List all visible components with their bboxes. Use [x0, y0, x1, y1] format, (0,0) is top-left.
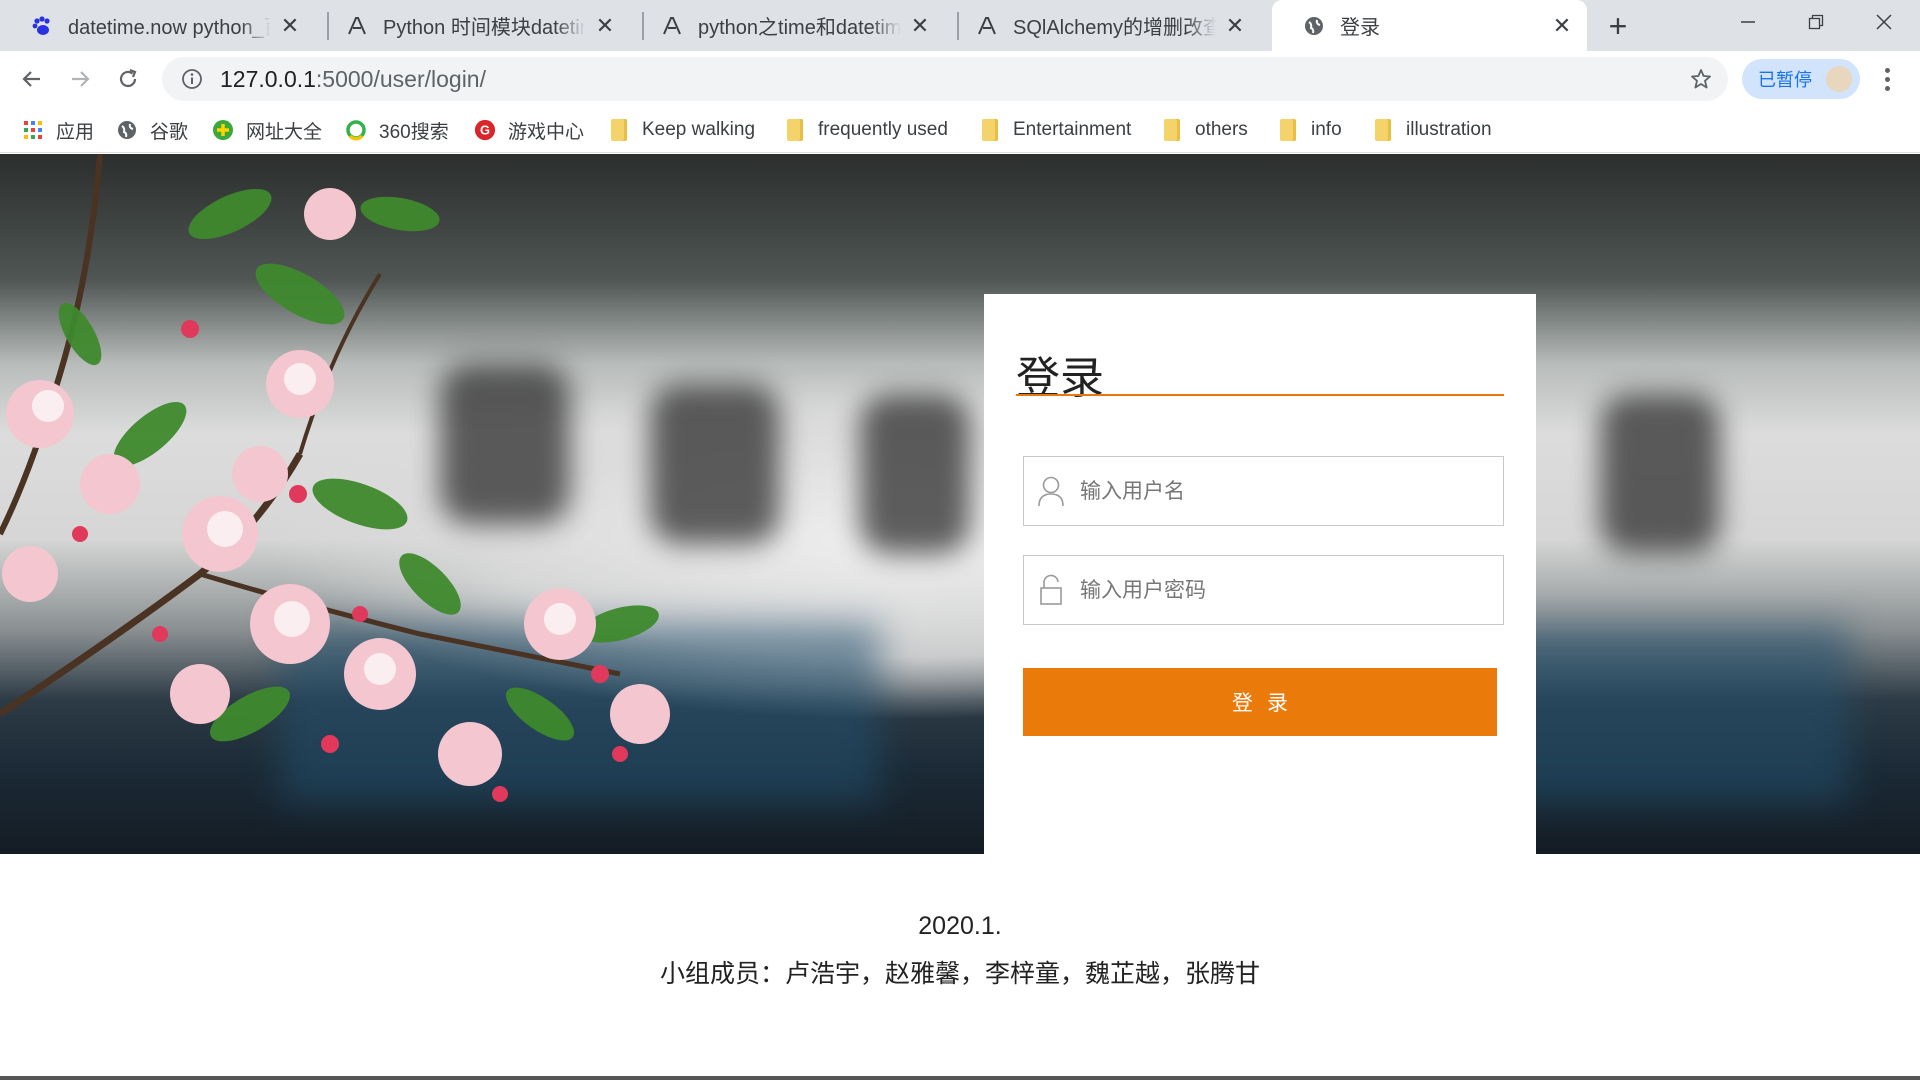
footer-date: 2020.1.: [918, 912, 1002, 940]
profile-status: 已暂停: [1758, 70, 1812, 90]
close-window-icon[interactable]: [1850, 0, 1918, 44]
url-path: :5000/user/login/: [315, 65, 486, 92]
csdn-logo-icon: [660, 14, 684, 38]
bookmark-360[interactable]: 360搜索: [345, 115, 449, 145]
menu-dots-icon[interactable]: [1872, 61, 1902, 97]
tab-close-icon[interactable]: ✕: [1224, 13, 1246, 38]
folder-icon: [1277, 119, 1299, 141]
login-form: 登录 登录: [984, 294, 1536, 854]
folder-icon: [784, 119, 806, 141]
globe-icon: [1302, 14, 1326, 38]
back-button[interactable]: [14, 61, 50, 97]
profile-paused-button[interactable]: 已暂停: [1742, 59, 1860, 99]
minimize-icon[interactable]: [1714, 0, 1782, 44]
tab-python-time[interactable]: python之time和datetime ✕: [630, 0, 945, 51]
bookmark-label: frequently used: [818, 119, 948, 140]
folder-icon: [608, 119, 630, 141]
bookmark-label: 谷歌: [150, 121, 189, 143]
bookmark-star-icon[interactable]: [1688, 66, 1714, 92]
hao-plus-icon: [212, 119, 234, 141]
hero-background: [0, 154, 1920, 854]
bookmark-games[interactable]: G 游戏中心: [474, 115, 584, 145]
tab-title: 登录: [1340, 17, 1380, 39]
tab-title: SQlAlchemy的增删改查 -: [1013, 17, 1216, 39]
login-title: 登录: [1016, 353, 1104, 404]
game-logo-icon: G: [474, 119, 496, 141]
bookmark-label: 360搜索: [379, 121, 449, 143]
new-tab-button[interactable]: +: [1600, 8, 1636, 44]
page-footer: 2020.1. 小组成员：卢浩宇，赵雅馨，李梓童，魏芷越，张腾甘: [0, 854, 1920, 1080]
tab-sqlalchemy[interactable]: SQlAlchemy的增删改查 - ✕: [945, 0, 1260, 51]
bookmark-label: 游戏中心: [508, 121, 585, 143]
footer-members: 小组成员：卢浩宇，赵雅馨，李梓童，魏芷越，张腾甘: [659, 959, 1260, 988]
bookmark-folder-info[interactable]: info: [1277, 115, 1342, 145]
tab-title: python之time和datetime: [698, 17, 901, 39]
ring-search-icon: [345, 119, 367, 141]
bookmark-label: Keep walking: [642, 119, 756, 140]
address-bar[interactable]: 127.0.0.1:5000/user/login/: [162, 57, 1728, 101]
restore-icon[interactable]: [1782, 0, 1850, 44]
bookmarks-bar: 应用 谷歌 网址大全 360搜索 G 游戏中心 Keep walking fre…: [0, 107, 1920, 153]
tab-baidu[interactable]: datetime.now python_百度 ✕: [0, 0, 315, 51]
bookmark-label: others: [1195, 119, 1248, 140]
browser-toolbar: 127.0.0.1:5000/user/login/ 已暂停: [0, 51, 1920, 107]
folder-icon: [979, 119, 1001, 141]
baidu-paw-icon: [30, 14, 54, 38]
bookmark-label: 网址大全: [246, 121, 323, 143]
forward-button[interactable]: [62, 61, 98, 97]
username-field[interactable]: [1023, 456, 1504, 526]
bookmark-folder-illustration[interactable]: illustration: [1372, 115, 1492, 145]
tab-close-icon[interactable]: ✕: [1551, 13, 1573, 38]
title-divider: [1016, 394, 1504, 396]
username-input[interactable]: [1080, 457, 1503, 525]
bookmark-label: 应用: [56, 121, 95, 143]
csdn-logo-icon: [345, 14, 369, 38]
bookmark-folder-entertainment[interactable]: Entertainment: [979, 115, 1131, 145]
tab-close-icon[interactable]: ✕: [279, 13, 301, 38]
folder-icon: [1161, 119, 1183, 141]
tab-strip: datetime.now python_百度 ✕ Python 时间模块date…: [0, 0, 1920, 51]
bookmark-folder-frequently-used[interactable]: frequently used: [784, 115, 948, 145]
svg-text:G: G: [480, 123, 490, 138]
password-input[interactable]: [1080, 556, 1503, 624]
lock-icon: [1036, 574, 1066, 606]
tab-close-icon[interactable]: ✕: [909, 13, 931, 38]
apps-grid-icon: [22, 119, 44, 141]
tab-title: Python 时间模块datetime: [383, 17, 586, 39]
site-info-icon[interactable]: [180, 67, 204, 91]
tab-close-icon[interactable]: ✕: [594, 13, 616, 38]
csdn-logo-icon: [975, 14, 999, 38]
blossom-branch-image: [0, 154, 670, 802]
avatar: [1826, 66, 1852, 92]
folder-icon: [1372, 119, 1394, 141]
taskbar-edge: [0, 1076, 1920, 1080]
login-button[interactable]: 登录: [1023, 668, 1497, 736]
tab-python-datetime[interactable]: Python 时间模块datetime ✕: [315, 0, 630, 51]
globe-icon: [116, 119, 138, 141]
bookmark-apps[interactable]: 应用: [22, 115, 94, 145]
password-field[interactable]: [1023, 555, 1504, 625]
url-host: 127.0.0.1: [220, 65, 316, 92]
bookmark-google[interactable]: 谷歌: [116, 115, 188, 145]
tab-title: datetime.now python_百度: [68, 17, 271, 39]
bookmark-folder-keep-walking[interactable]: Keep walking: [608, 115, 755, 145]
tab-login[interactable]: 登录 ✕: [1272, 0, 1587, 51]
user-icon: [1036, 475, 1066, 507]
bookmark-hao[interactable]: 网址大全: [212, 115, 322, 145]
bookmark-label: illustration: [1406, 119, 1492, 140]
bookmark-label: info: [1311, 119, 1342, 140]
bookmark-folder-others[interactable]: others: [1161, 115, 1248, 145]
reload-button[interactable]: [110, 61, 146, 97]
bookmark-label: Entertainment: [1013, 119, 1132, 140]
